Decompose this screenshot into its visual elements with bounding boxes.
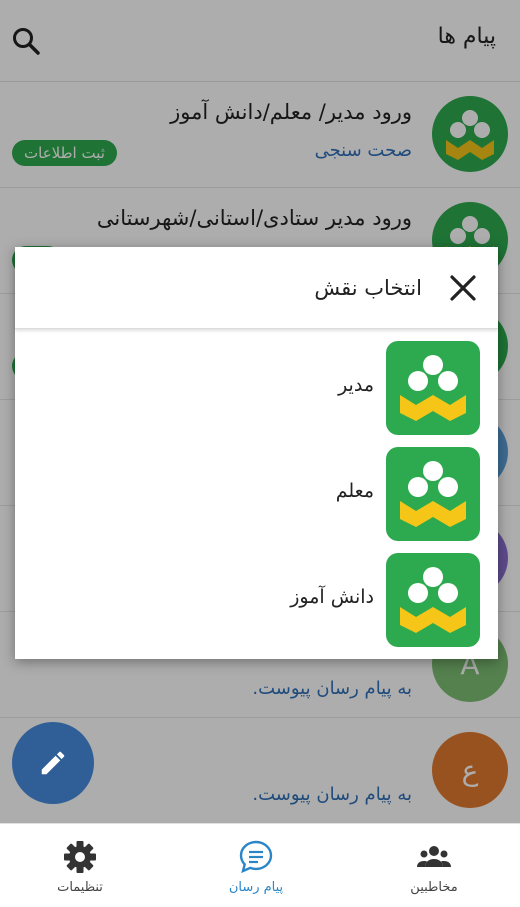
nav-label: مخاطبین bbox=[410, 880, 458, 895]
nav-settings[interactable]: تنظیمات bbox=[10, 824, 150, 907]
role-selection-dialog: انتخاب نقش مدیر معلم دانش آموز bbox=[15, 247, 498, 659]
app-logo-icon bbox=[386, 447, 480, 541]
pencil-icon bbox=[41, 751, 65, 775]
role-label: مدیر bbox=[338, 374, 374, 396]
contacts-icon bbox=[417, 846, 451, 867]
role-item-student[interactable]: دانش آموز bbox=[15, 553, 498, 653]
role-item-teacher[interactable]: معلم bbox=[15, 447, 498, 547]
dialog-title: انتخاب نقش bbox=[314, 276, 422, 300]
app-logo-icon bbox=[386, 341, 480, 435]
app-logo-icon bbox=[386, 553, 480, 647]
compose-button[interactable] bbox=[12, 722, 94, 804]
nav-label: پیام رسان bbox=[228, 880, 284, 895]
bottom-navigation: مخاطبین پیام رسان تنظیمات bbox=[0, 823, 520, 907]
role-item-principal[interactable]: مدیر bbox=[15, 341, 498, 441]
chat-icon bbox=[239, 840, 273, 874]
dialog-header: انتخاب نقش bbox=[15, 247, 498, 329]
close-icon[interactable] bbox=[448, 273, 478, 303]
nav-label: تنظیمات bbox=[57, 880, 103, 895]
nav-messenger[interactable]: پیام رسان bbox=[186, 824, 326, 907]
nav-contacts[interactable]: مخاطبین bbox=[364, 824, 504, 907]
role-label: معلم bbox=[335, 480, 374, 502]
role-label: دانش آموز bbox=[290, 586, 374, 608]
gear-icon bbox=[64, 841, 96, 873]
